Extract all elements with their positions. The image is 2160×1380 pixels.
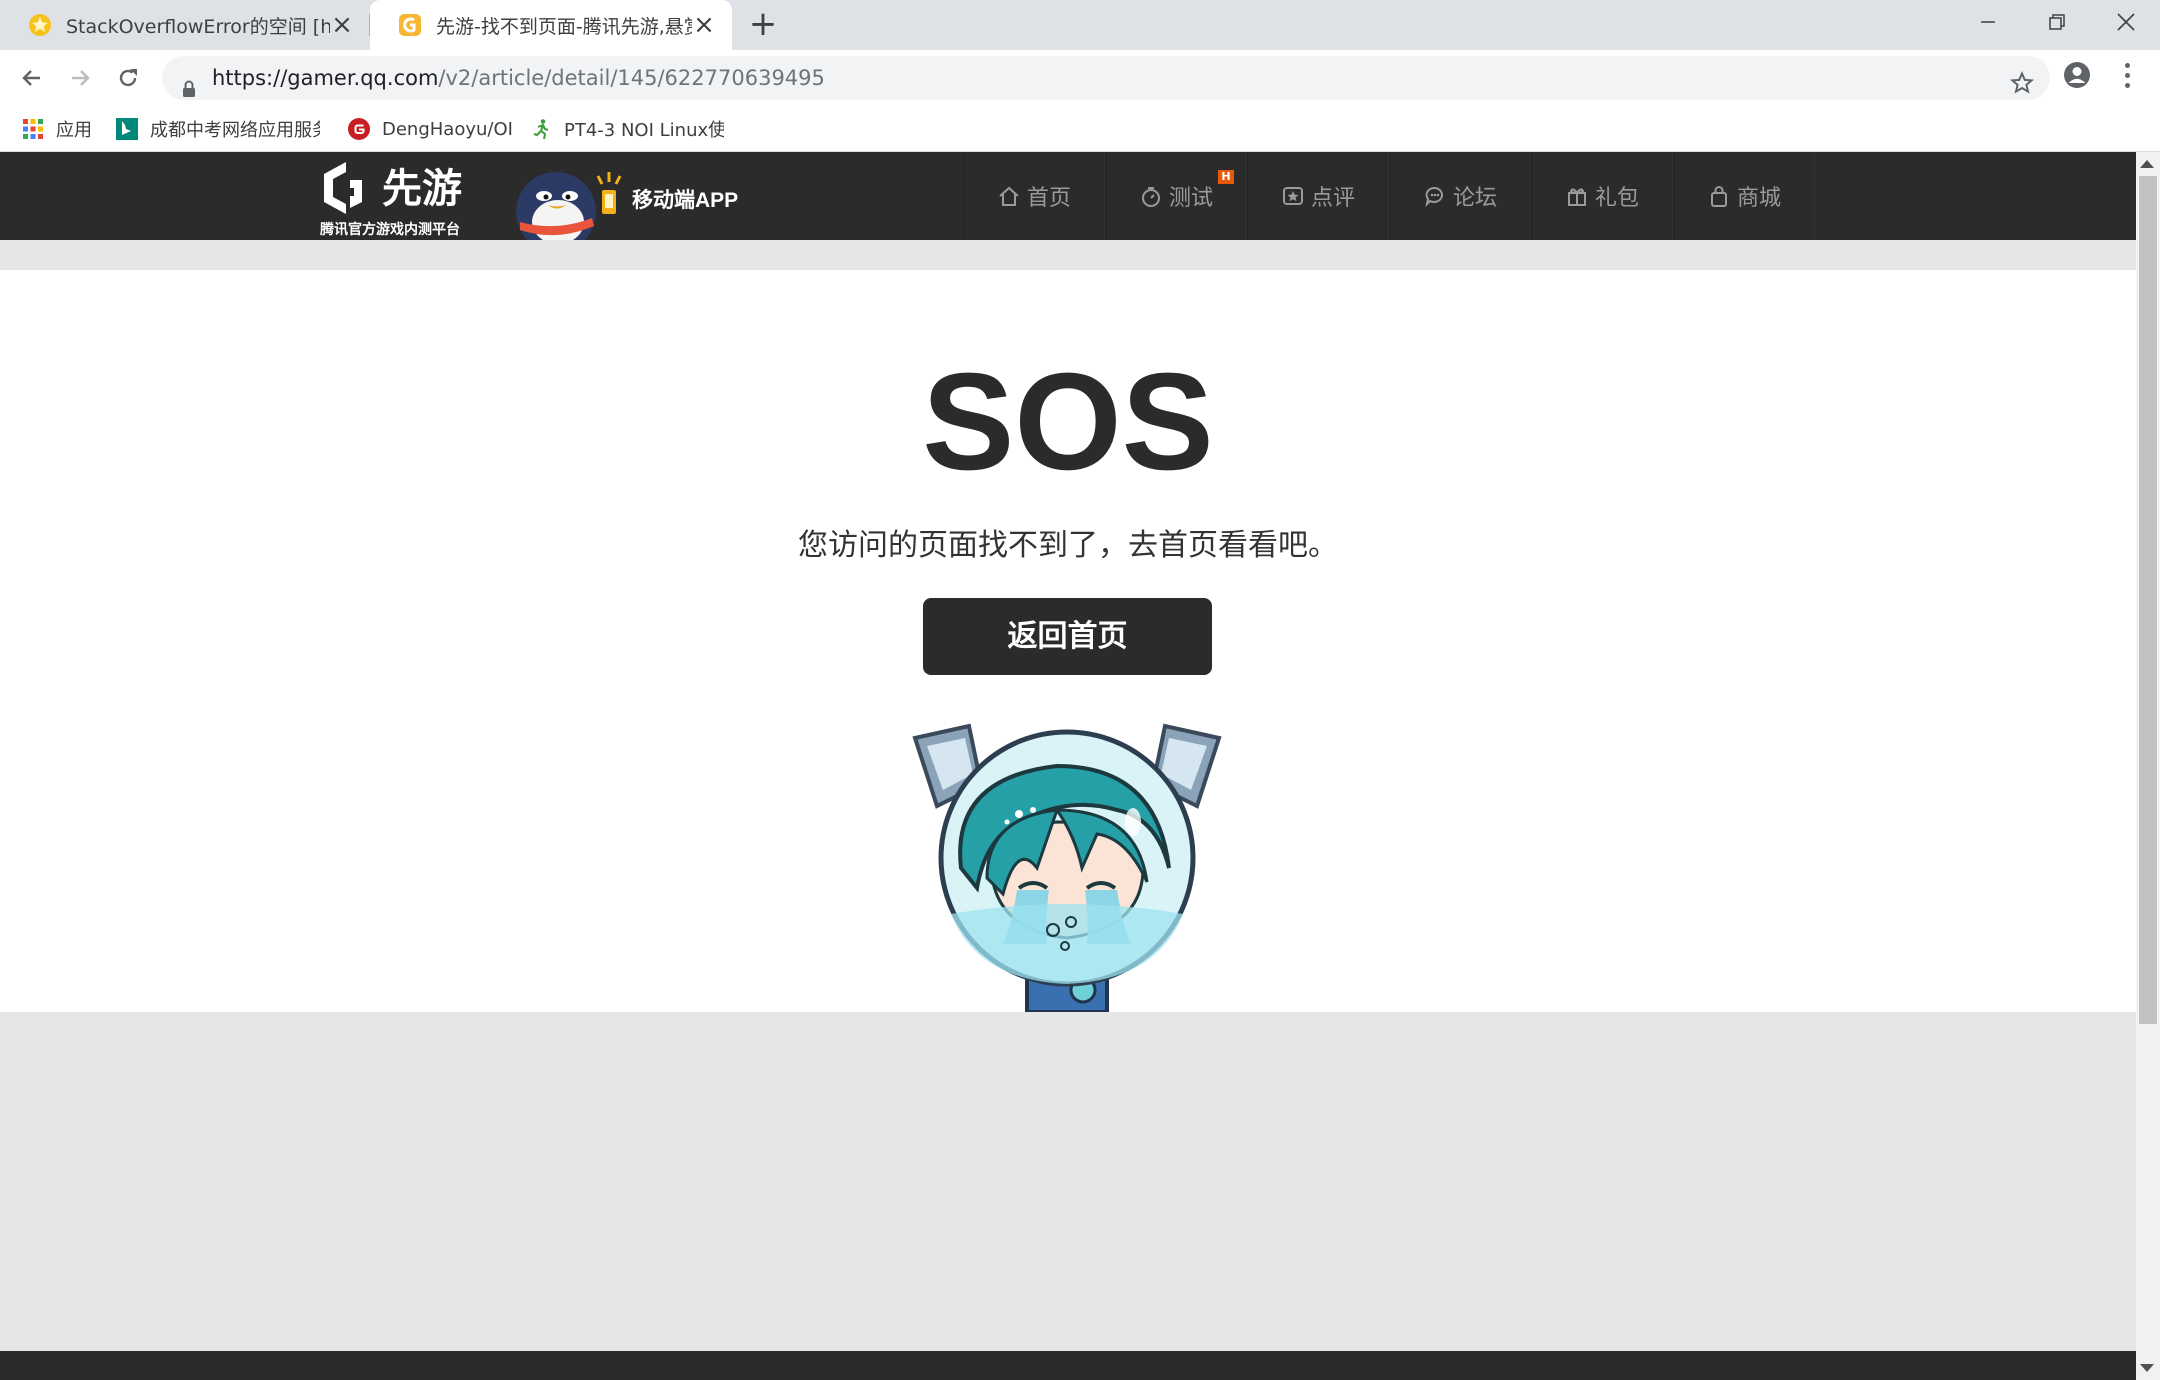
- gitee-icon: [348, 118, 370, 140]
- close-icon: [2116, 13, 2135, 31]
- back-button[interactable]: [14, 60, 50, 96]
- logo-subtitle: 腾讯官方游戏内测平台: [320, 221, 460, 238]
- close-tab-icon[interactable]: ×: [330, 12, 354, 38]
- gift-icon: [1565, 184, 1589, 208]
- bookmark-denghaoyu[interactable]: DengHaoyu/OI: [348, 106, 513, 152]
- shop-icon: [1707, 184, 1731, 208]
- close-window-button[interactable]: [2091, 0, 2160, 44]
- hot-badge: H: [1218, 170, 1234, 184]
- scrollbar-thumb[interactable]: [2139, 176, 2157, 1024]
- back-home-button[interactable]: 返回首页: [923, 598, 1212, 675]
- reload-button[interactable]: [110, 60, 146, 96]
- site-header: 先游 腾讯官方游戏内测平台 移动端APP 首页 测试 H 点评 论坛 礼包 商城: [0, 152, 2136, 252]
- bookmark-star-icon[interactable]: [2009, 66, 2035, 110]
- home-icon: [997, 184, 1021, 208]
- bookmark-label: 应用: [56, 120, 92, 141]
- penguin-mascot-icon: [516, 172, 622, 252]
- nav-label: 首页: [1026, 186, 1071, 211]
- url-host: https://gamer.qq.com: [212, 66, 439, 90]
- tab-stackoverflowerror[interactable]: StackOverflowError的空间 [http:/ ×: [0, 0, 370, 50]
- profile-icon[interactable]: [2062, 60, 2092, 90]
- nav-label: 论坛: [1452, 186, 1497, 211]
- error-message: 您访问的页面找不到了，去首页看看吧。: [798, 528, 1338, 563]
- star-badge-icon: [28, 13, 52, 37]
- reload-icon: [119, 69, 137, 87]
- address-bar[interactable]: https://gamer.qq.com/v2/article/detail/1…: [162, 56, 2050, 100]
- test-icon: [1139, 184, 1163, 208]
- bookmark-label: PT4-3 NOI Linux使用: [564, 120, 724, 141]
- page-viewport: 先游 腾讯官方游戏内测平台 移动端APP 首页 测试 H 点评 论坛 礼包 商城…: [0, 152, 2136, 1380]
- runner-icon: [530, 118, 552, 140]
- xianyou-favicon: [398, 13, 422, 37]
- bookmark-label: 成都中考网络应用服务: [150, 120, 320, 141]
- main-nav: 首页 测试 H 点评 论坛 礼包 商城: [963, 152, 1815, 240]
- browser-toolbar: https://gamer.qq.com/v2/article/detail/1…: [0, 50, 2160, 106]
- nav-home[interactable]: 首页: [963, 152, 1105, 240]
- nav-label: 商城: [1736, 186, 1781, 211]
- crying-astronaut-illustration: [907, 718, 1227, 1012]
- review-icon: [1281, 184, 1305, 208]
- bookmark-noi-linux[interactable]: PT4-3 NOI Linux使用: [530, 106, 724, 152]
- error-panel: SOS 您访问的页面找不到了，去首页看看吧。 返回首页: [0, 270, 2136, 1012]
- nav-label: 测试: [1168, 186, 1213, 211]
- nav-label: 礼包: [1594, 186, 1639, 211]
- nav-review[interactable]: 点评: [1247, 152, 1389, 240]
- bookmark-apps[interactable]: 应用: [22, 106, 92, 152]
- new-tab-button[interactable]: +: [746, 7, 780, 42]
- footer-bar: [0, 1351, 2136, 1380]
- bookmarks-bar: 应用 成都中考网络应用服务 DengHaoyu/OI PT4-3 NOI Lin…: [0, 106, 2160, 152]
- forward-button[interactable]: [62, 60, 98, 96]
- forum-icon: [1423, 184, 1447, 208]
- bing-icon: [116, 118, 138, 140]
- nav-forum[interactable]: 论坛: [1389, 152, 1531, 240]
- scroll-down-arrow-icon[interactable]: [2140, 1364, 2154, 1372]
- mobile-app-label[interactable]: 移动端APP: [632, 184, 738, 214]
- nav-test[interactable]: 测试 H: [1105, 152, 1247, 240]
- page-scrollbar[interactable]: [2136, 152, 2160, 1380]
- xianyou-logo[interactable]: 先游 腾讯官方游戏内测平台: [316, 156, 488, 240]
- tab-title: StackOverflowError的空间 [http:/: [66, 15, 330, 38]
- apps-grid-icon: [22, 118, 44, 140]
- tab-strip: StackOverflowError的空间 [http:/ × 先游-找不到页面…: [0, 0, 2160, 50]
- scroll-up-arrow-icon[interactable]: [2140, 160, 2154, 168]
- nav-label: 点评: [1310, 186, 1355, 211]
- tab-xianyou[interactable]: 先游-找不到页面-腾讯先游,悬赏: ×: [370, 0, 732, 50]
- bookmark-chengdu[interactable]: 成都中考网络应用服务: [116, 106, 320, 152]
- error-heading: SOS: [922, 345, 1214, 499]
- nav-gift[interactable]: 礼包: [1531, 152, 1673, 240]
- arrow-left-icon: [22, 70, 40, 86]
- minimize-icon: [1980, 21, 1995, 23]
- bookmark-label: DengHaoyu/OI: [382, 118, 513, 140]
- browser-menu-button[interactable]: [2112, 58, 2142, 92]
- close-tab-icon[interactable]: ×: [692, 12, 716, 38]
- logo-text: 先游: [382, 166, 462, 212]
- url-path: /v2/article/detail/145/622770639495: [438, 66, 825, 90]
- minimize-button[interactable]: [1953, 0, 2022, 44]
- restore-icon: [2048, 14, 2065, 30]
- nav-shop[interactable]: 商城: [1673, 152, 1815, 240]
- restore-button[interactable]: [2022, 0, 2091, 44]
- tab-title: 先游-找不到页面-腾讯先游,悬赏:: [436, 15, 692, 38]
- arrow-right-icon: [72, 70, 90, 86]
